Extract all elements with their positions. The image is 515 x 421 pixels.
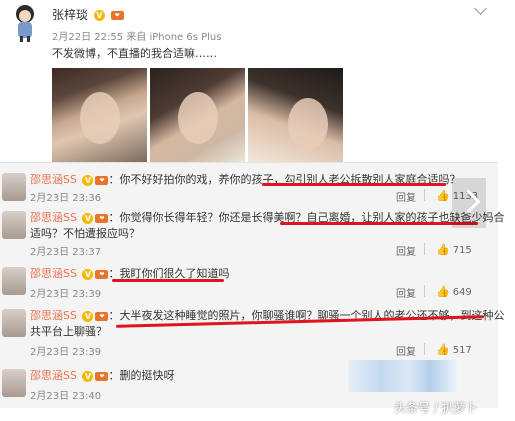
- divider: [424, 243, 425, 255]
- member-level-icon: ❤: [95, 371, 109, 381]
- thumbs-up-icon: 👍: [436, 285, 450, 298]
- comment-username[interactable]: 邵思涵SS: [30, 309, 77, 322]
- post-photo-3[interactable]: [248, 68, 343, 163]
- divider: [424, 343, 425, 355]
- reply-button[interactable]: 回复: [396, 243, 416, 258]
- comment-time: 2月23日 23:39: [30, 347, 102, 358]
- comment-avatar[interactable]: [2, 267, 26, 295]
- comment-body-cont: 共平台上聊骚？: [30, 325, 107, 338]
- comment-username[interactable]: 邵思涵SS: [30, 211, 77, 224]
- verified-icon: V: [82, 268, 94, 280]
- like-count: 517: [452, 345, 472, 356]
- chevron-right-icon: [456, 189, 481, 214]
- like-button[interactable]: 👍 649: [436, 285, 472, 298]
- member-level-icon: ❤: [110, 11, 124, 20]
- comment-time: 2月23日 23:36: [30, 193, 102, 204]
- comment-time: 2月23日 23:40: [30, 391, 102, 402]
- blurred-region: [348, 360, 458, 392]
- verified-icon: V: [82, 212, 94, 224]
- like-count: 715: [452, 245, 472, 256]
- comment-body: 删的挺快呀: [119, 369, 175, 382]
- comment-body-cont: 适吗？不怕遭报应吗？: [30, 227, 140, 240]
- member-level-icon: ❤: [95, 175, 109, 185]
- comment-avatar[interactable]: [2, 211, 26, 239]
- next-arrow-button[interactable]: [452, 178, 486, 228]
- comment-time: 2月23日 23:39: [30, 289, 102, 300]
- divider: [424, 189, 425, 201]
- post-photo-2[interactable]: [150, 68, 245, 163]
- comment-time: 2月23日 23:37: [30, 247, 102, 258]
- post-username[interactable]: 张梓琰 V ❤: [52, 6, 124, 23]
- reply-button[interactable]: 回复: [396, 189, 416, 204]
- post-meta: 2月22日 22:55 来自 iPhone 6s Plus: [52, 32, 222, 43]
- highlight-underline: [262, 183, 446, 186]
- thumbs-up-icon: 👍: [436, 243, 450, 256]
- member-level-icon: ❤: [95, 311, 109, 321]
- divider: [424, 285, 425, 297]
- comment-text: 邵思涵SS V ❤ ：删的挺快呀: [30, 369, 175, 382]
- member-level-icon: ❤: [95, 213, 109, 223]
- verified-icon: V: [93, 10, 105, 21]
- comment-avatar[interactable]: [2, 369, 26, 397]
- comment-username[interactable]: 邵思涵SS: [30, 173, 77, 186]
- reply-button[interactable]: 回复: [396, 285, 416, 300]
- post-photo-1[interactable]: [52, 68, 147, 163]
- weibo-screenshot: 张梓琰 V ❤ 2月22日 22:55 来自 iPhone 6s Plus 不发…: [0, 0, 515, 421]
- comment-username[interactable]: 邵思涵SS: [30, 369, 77, 382]
- post-text: 不发微博，不直播的我合适嘛……: [52, 47, 217, 60]
- comment-username[interactable]: 邵思涵SS: [30, 267, 77, 280]
- verified-icon: V: [82, 310, 94, 322]
- comment-avatar[interactable]: [2, 173, 26, 201]
- post-avatar[interactable]: [10, 2, 40, 42]
- like-button[interactable]: 👍 715: [436, 243, 472, 256]
- verified-icon: V: [82, 174, 94, 186]
- reply-button[interactable]: 回复: [396, 343, 416, 358]
- thumbs-up-icon: 👍: [436, 189, 450, 202]
- like-count: 649: [452, 287, 472, 298]
- watermark: 头条号 / 扒萝卜: [394, 401, 478, 415]
- like-button[interactable]: 👍 517: [436, 343, 472, 356]
- verified-icon: V: [82, 370, 94, 382]
- post-username-text[interactable]: 张梓琰: [52, 8, 88, 22]
- member-level-icon: ❤: [95, 269, 109, 279]
- chevron-down-icon[interactable]: [474, 2, 487, 15]
- comment-avatar[interactable]: [2, 309, 26, 337]
- highlight-underline: [112, 279, 224, 282]
- thumbs-up-icon: 👍: [436, 343, 450, 356]
- highlight-underline: [280, 222, 478, 225]
